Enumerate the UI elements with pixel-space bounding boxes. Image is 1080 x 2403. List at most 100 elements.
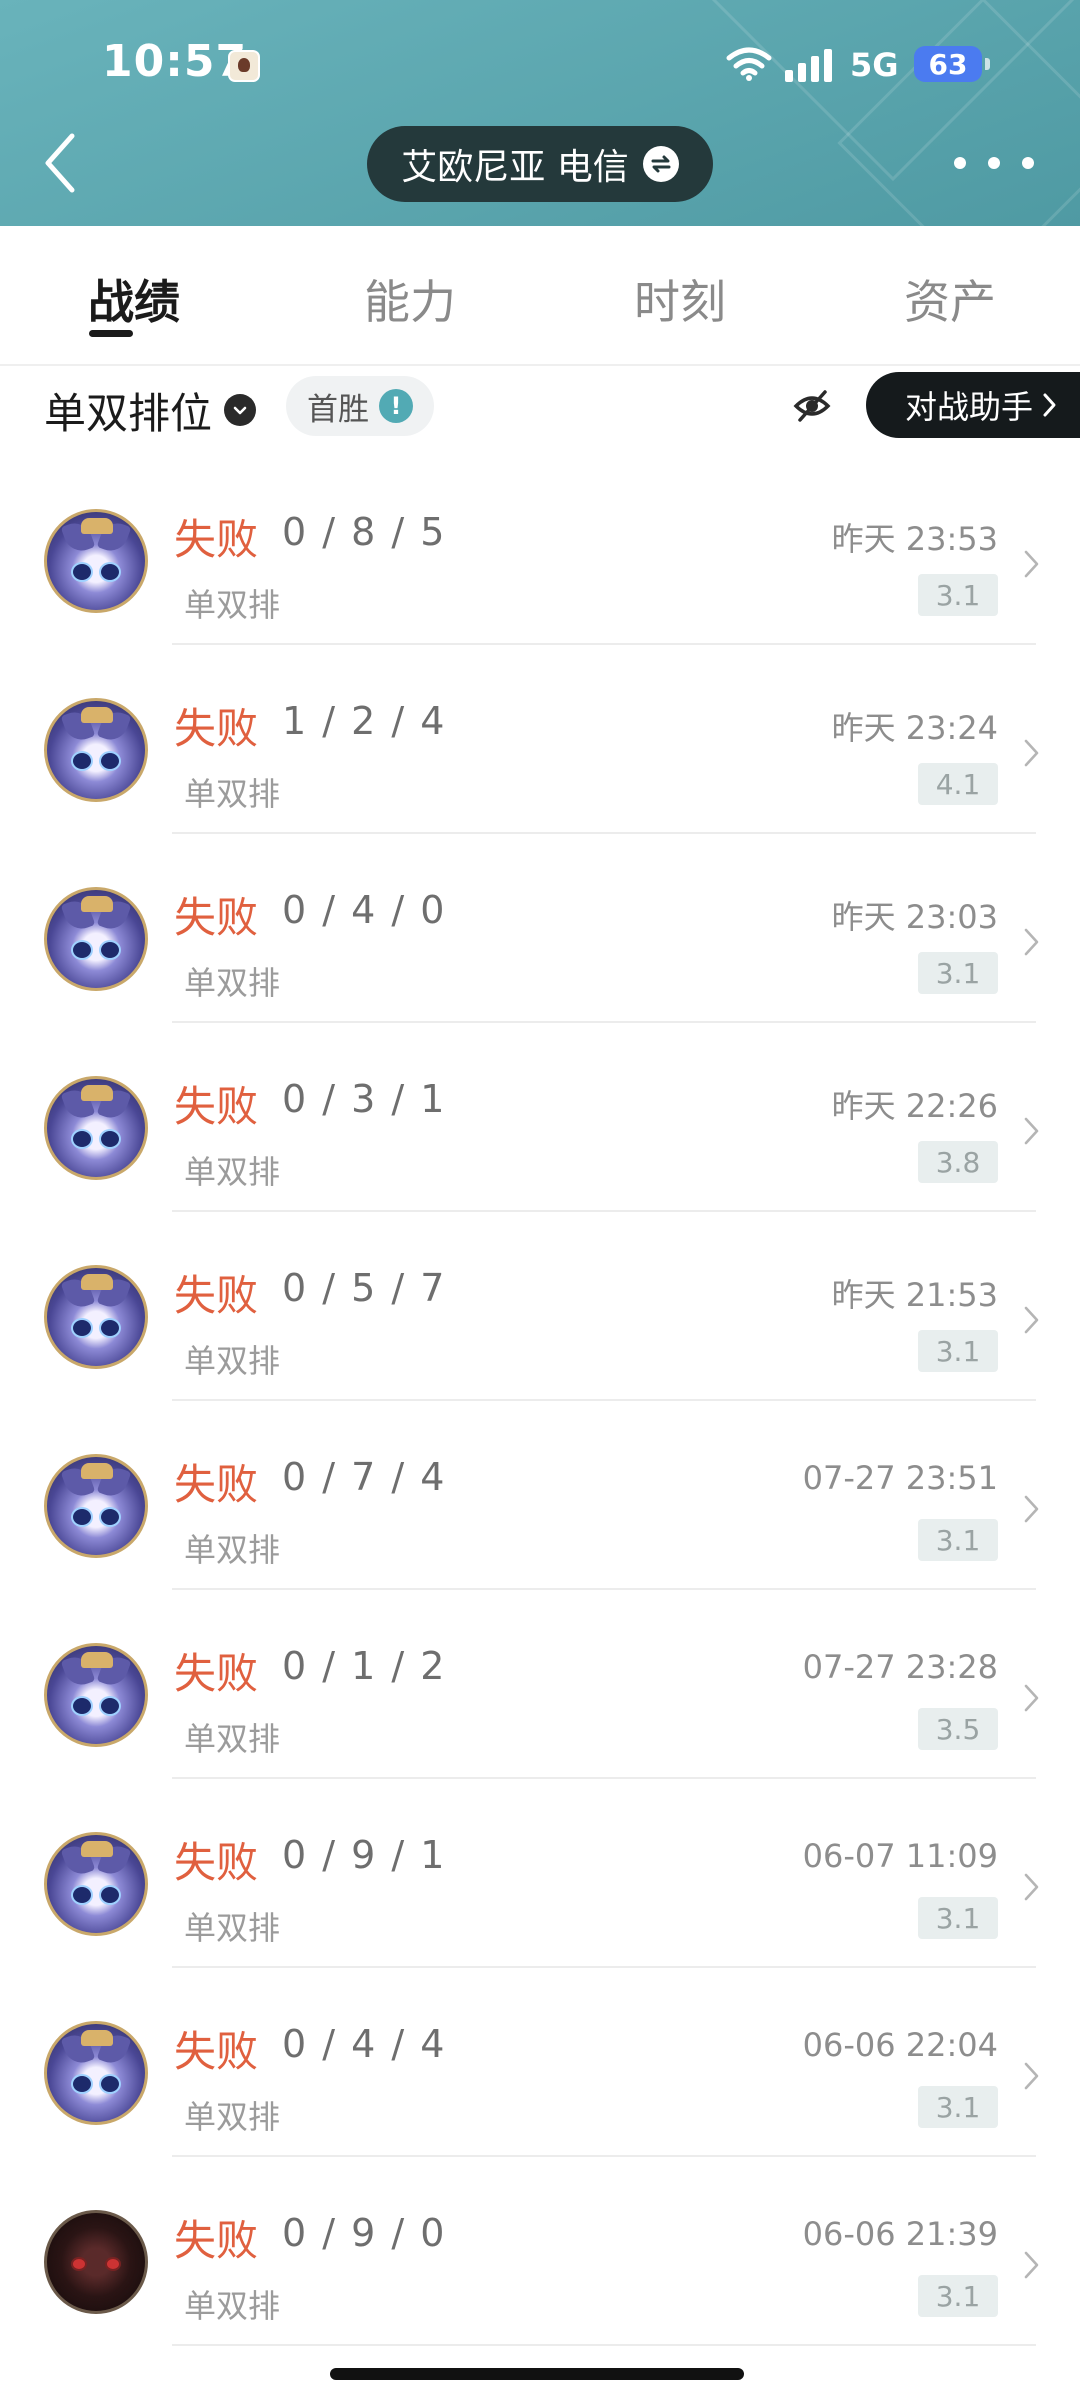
match-queue: 单双排 bbox=[184, 586, 281, 624]
match-queue: 单双排 bbox=[184, 1909, 281, 1947]
match-queue: 单双排 bbox=[184, 1153, 281, 1191]
first-win-badge[interactable]: 首胜 ! bbox=[286, 376, 434, 436]
match-time: 07-27 23:51 bbox=[802, 1459, 998, 1497]
match-row[interactable]: 失败 0 / 9 / 0 单双排 06-06 21:39 3.1 bbox=[0, 2157, 1080, 2346]
champion-avatar bbox=[44, 1832, 148, 1936]
champion-avatar bbox=[44, 509, 148, 613]
chevron-right-icon bbox=[1024, 2251, 1039, 2279]
match-row[interactable]: 失败 0 / 5 / 7 单双排 昨天 21:53 3.1 bbox=[0, 1212, 1080, 1401]
chevron-right-icon bbox=[1024, 1873, 1039, 1901]
match-kda: 0 / 5 / 7 bbox=[282, 1266, 447, 1310]
status-time: 10:57 bbox=[102, 36, 248, 87]
tab-bar: 战绩 能力 时刻 资产 bbox=[0, 226, 1080, 366]
match-row[interactable]: 失败 0 / 7 / 4 单双排 07-27 23:51 3.1 bbox=[0, 1401, 1080, 1590]
match-row[interactable]: 失败 1 / 2 / 4 单双排 昨天 23:24 4.1 bbox=[0, 645, 1080, 834]
match-kda: 0 / 3 / 1 bbox=[282, 1077, 447, 1121]
app-notification-icon bbox=[228, 50, 260, 82]
filter-bar: 单双排位 首胜 ! 对战助手 bbox=[0, 366, 1080, 456]
match-row[interactable]: 失败 0 / 1 / 2 单双排 07-27 23:28 3.5 bbox=[0, 1590, 1080, 1779]
match-kda: 0 / 1 / 2 bbox=[282, 1644, 447, 1688]
match-result: 失败 bbox=[174, 1271, 259, 1320]
chevron-right-icon bbox=[1024, 1306, 1039, 1334]
chevron-right-icon bbox=[1024, 1495, 1039, 1523]
match-kda: 0 / 9 / 0 bbox=[282, 2211, 447, 2255]
match-row[interactable]: 失败 0 / 4 / 0 单双排 昨天 23:03 3.1 bbox=[0, 834, 1080, 1023]
match-time: 昨天 23:24 bbox=[831, 709, 998, 747]
chevron-right-icon bbox=[1024, 1684, 1039, 1712]
match-queue: 单双排 bbox=[184, 1342, 281, 1380]
match-result: 失败 bbox=[174, 1838, 259, 1887]
champion-avatar bbox=[44, 1265, 148, 1369]
match-result: 失败 bbox=[174, 2216, 259, 2265]
battle-assistant-button[interactable]: 对战助手 bbox=[866, 372, 1080, 438]
match-score: 3.1 bbox=[918, 2086, 998, 2128]
tab-assets[interactable]: 资产 bbox=[904, 266, 996, 332]
match-score: 3.1 bbox=[918, 952, 998, 994]
match-row[interactable]: 失败 0 / 9 / 1 单双排 06-07 11:09 3.1 bbox=[0, 1779, 1080, 1968]
match-queue: 单双排 bbox=[184, 2287, 281, 2325]
chevron-right-icon bbox=[1024, 928, 1039, 956]
tab-moments[interactable]: 时刻 bbox=[634, 266, 726, 332]
champion-avatar bbox=[44, 1643, 148, 1747]
match-score: 3.1 bbox=[918, 1330, 998, 1372]
match-score: 3.1 bbox=[918, 1897, 998, 1939]
match-result: 失败 bbox=[174, 704, 259, 753]
swap-icon bbox=[642, 146, 679, 182]
match-result: 失败 bbox=[174, 893, 259, 942]
match-result: 失败 bbox=[174, 1649, 259, 1698]
match-score: 3.1 bbox=[918, 2275, 998, 2317]
eye-hidden-icon[interactable] bbox=[792, 384, 832, 428]
wifi-icon bbox=[726, 47, 772, 81]
match-score: 3.1 bbox=[918, 1519, 998, 1561]
match-score: 4.1 bbox=[918, 763, 998, 805]
match-time: 昨天 22:26 bbox=[831, 1087, 998, 1125]
match-kda: 0 / 8 / 5 bbox=[282, 510, 447, 554]
match-row[interactable]: 失败 0 / 4 / 4 单双排 06-06 22:04 3.1 bbox=[0, 1968, 1080, 2157]
match-queue: 单双排 bbox=[184, 964, 281, 1002]
row-divider bbox=[172, 2344, 1036, 2346]
server-switch-button[interactable]: 艾欧尼亚 电信 bbox=[367, 126, 713, 202]
home-indicator[interactable] bbox=[330, 2368, 744, 2380]
more-options-icon[interactable] bbox=[954, 140, 1034, 186]
match-score: 3.8 bbox=[918, 1141, 998, 1183]
match-result: 失败 bbox=[174, 515, 259, 564]
champion-avatar bbox=[44, 2210, 148, 2314]
champion-avatar bbox=[44, 1076, 148, 1180]
match-kda: 0 / 4 / 4 bbox=[282, 2022, 447, 2066]
chevron-right-icon bbox=[1024, 1117, 1039, 1145]
tab-ability[interactable]: 能力 bbox=[364, 266, 456, 332]
chevron-right-icon bbox=[1043, 393, 1056, 417]
match-row[interactable]: 失败 0 / 8 / 5 单双排 昨天 23:53 3.1 bbox=[0, 456, 1080, 645]
battle-assistant-label: 对战助手 bbox=[904, 388, 1033, 426]
match-time: 昨天 21:53 bbox=[831, 1276, 998, 1314]
match-result: 失败 bbox=[174, 1082, 259, 1131]
match-row[interactable]: 失败 0 / 3 / 1 单双排 昨天 22:26 3.8 bbox=[0, 1023, 1080, 1212]
back-arrow-icon[interactable] bbox=[36, 128, 86, 198]
network-type: 5G bbox=[850, 46, 899, 84]
chevron-right-icon bbox=[1024, 739, 1039, 767]
info-icon: ! bbox=[379, 389, 413, 423]
chevron-right-icon bbox=[1024, 550, 1039, 578]
match-time: 昨天 23:53 bbox=[831, 520, 998, 558]
queue-mode-dropdown[interactable]: 单双排位 bbox=[44, 380, 257, 440]
match-queue: 单双排 bbox=[184, 2098, 281, 2136]
match-time: 07-27 23:28 bbox=[802, 1648, 998, 1686]
match-time: 06-06 22:04 bbox=[802, 2026, 998, 2064]
match-queue: 单双排 bbox=[184, 1531, 281, 1569]
champion-avatar bbox=[44, 698, 148, 802]
match-kda: 0 / 4 / 0 bbox=[282, 888, 447, 932]
match-kda: 0 / 7 / 4 bbox=[282, 1455, 447, 1499]
champion-avatar bbox=[44, 887, 148, 991]
match-time: 昨天 23:03 bbox=[831, 898, 998, 936]
chevron-right-icon bbox=[1024, 2062, 1039, 2090]
first-win-label: 首胜 bbox=[307, 391, 369, 428]
match-time: 06-06 21:39 bbox=[802, 2215, 998, 2253]
match-queue: 单双排 bbox=[184, 775, 281, 813]
match-score: 3.1 bbox=[918, 574, 998, 616]
match-kda: 0 / 9 / 1 bbox=[282, 1833, 447, 1877]
match-score: 3.5 bbox=[918, 1708, 998, 1750]
tab-record[interactable]: 战绩 bbox=[88, 266, 180, 332]
champion-avatar bbox=[44, 1454, 148, 1558]
chevron-down-icon bbox=[224, 394, 257, 426]
active-tab-indicator bbox=[89, 330, 133, 337]
